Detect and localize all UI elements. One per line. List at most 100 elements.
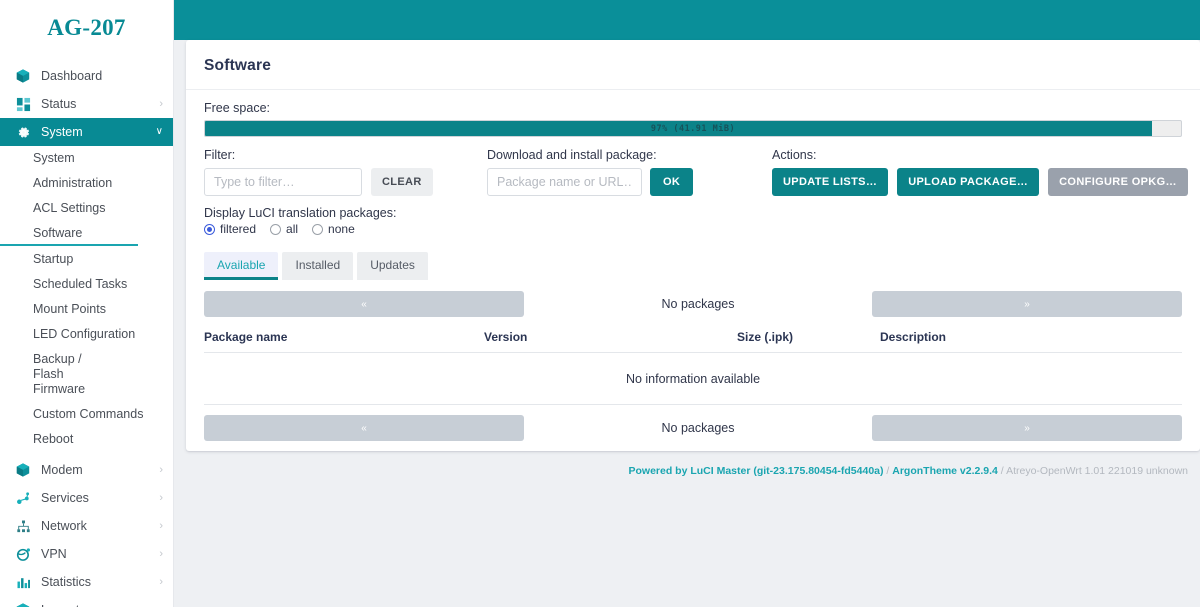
sidebar-subitem-software[interactable]: Software: [0, 221, 138, 246]
sidebar-subitem-startup[interactable]: Startup: [0, 247, 173, 272]
page-title: Software: [186, 40, 1200, 90]
radio-none[interactable]: none: [312, 222, 355, 236]
tab-installed[interactable]: Installed: [282, 252, 354, 280]
sidebar-item-label: Statistics: [41, 575, 92, 589]
download-label: Download and install package:: [487, 148, 657, 162]
packages-table-empty-row: No information available: [204, 353, 1182, 405]
radio-all-dot: [270, 223, 282, 235]
filter-input[interactable]: [204, 168, 362, 196]
package-tabs: Available Installed Updates: [204, 252, 1182, 280]
ok-button[interactable]: OK: [650, 168, 694, 196]
sidebar-subitem-backup-flash-firmware[interactable]: Backup / Flash Firmware: [0, 347, 92, 402]
pager-bottom-prev-button[interactable]: «: [204, 415, 524, 441]
pager-bottom: « No packages »: [204, 415, 1182, 441]
pager-top-status: No packages: [661, 297, 735, 311]
actions-group: UPDATE LISTS… UPLOAD PACKAGE… CONFIGURE …: [772, 168, 1188, 196]
cube-icon: [14, 67, 32, 85]
pager-top-prev-button[interactable]: «: [204, 291, 524, 317]
download-input[interactable]: [487, 168, 642, 196]
pager-top-next-button[interactable]: »: [872, 291, 1182, 317]
footer-sep-1: /: [883, 465, 893, 477]
filter-label: Filter:: [204, 148, 236, 162]
sidebar-item-status[interactable]: Status ›: [0, 90, 173, 118]
sidebar-item-label: Status: [41, 97, 77, 111]
sidebar-subitem-custom-commands[interactable]: Custom Commands: [0, 402, 173, 427]
control-labels-row: Filter: Download and install package: Ac…: [204, 148, 1182, 162]
cube-icon: [14, 461, 32, 479]
free-space-value: 97% (41.91 MiB): [650, 123, 736, 134]
control-inputs-row: CLEAR OK UPDATE LISTS… UPLOAD PACKAGE… C…: [204, 168, 1188, 196]
sidebar-item-dashboard[interactable]: Dashboard: [0, 62, 173, 90]
cube-icon: [14, 601, 32, 607]
radio-filtered[interactable]: filtered: [204, 222, 256, 236]
packages-table-header: Package name Version Size (.ipk) Descrip…: [204, 330, 1182, 353]
sidebar-item-network[interactable]: Network ›: [0, 512, 173, 540]
radio-filtered-dot: [204, 223, 215, 235]
gear-icon: [14, 123, 32, 141]
upload-package-button[interactable]: UPLOAD PACKAGE…: [897, 168, 1040, 196]
tab-available[interactable]: Available: [204, 252, 279, 280]
chevron-right-icon: ›: [159, 547, 163, 560]
packages-table: Package name Version Size (.ipk) Descrip…: [204, 330, 1182, 405]
column-header-package-name: Package name: [204, 330, 288, 344]
sidebar-item-system[interactable]: System ∨: [0, 118, 173, 146]
sidebar-subitem-mount-points[interactable]: Mount Points: [0, 297, 173, 322]
footer-theme-link[interactable]: ArgonTheme v2.2.9.4: [892, 465, 998, 477]
chevron-right-icon: ›: [159, 463, 163, 476]
radio-filtered-label: filtered: [220, 222, 257, 236]
download-group: OK: [487, 168, 772, 196]
sidebar-subitem-administration[interactable]: Administration: [0, 171, 173, 196]
chevron-right-icon: ›: [159, 97, 163, 110]
grid-icon: [14, 95, 32, 113]
pager-bottom-status: No packages: [661, 421, 735, 435]
configure-opkg-button[interactable]: CONFIGURE OPKG…: [1048, 168, 1188, 196]
footer-sep-2: /: [997, 465, 1007, 477]
sidebar-subitem-system[interactable]: System: [0, 146, 173, 171]
sidebar-item-modem[interactable]: Modem ›: [0, 456, 173, 484]
pager-bottom-next-button[interactable]: »: [872, 415, 1182, 441]
translation-packages-group: Display LuCI translation packages: filte…: [204, 206, 1182, 236]
sidebar-item-label: Logout: [41, 603, 163, 607]
footer: Powered by LuCI Master (git-23.175.80454…: [186, 465, 1200, 477]
filter-group: CLEAR: [204, 168, 487, 196]
sidebar: AG-207 Dashboard Status › System ∨ Syste…: [0, 0, 174, 607]
clear-button[interactable]: CLEAR: [371, 168, 433, 196]
radio-all-label: all: [286, 222, 299, 236]
globe-lock-icon: [14, 545, 32, 563]
sidebar-subitem-led-configuration[interactable]: LED Configuration: [0, 322, 173, 347]
sidebar-subitem-scheduled-tasks[interactable]: Scheduled Tasks: [0, 272, 173, 297]
sidebar-item-vpn[interactable]: VPN ›: [0, 540, 173, 568]
sidebar-item-label: Modem: [41, 463, 83, 477]
nodes-icon: [14, 489, 32, 507]
footer-luci-link[interactable]: Powered by LuCI Master (git-23.175.80454…: [628, 465, 883, 477]
sidebar-item-statistics[interactable]: Statistics ›: [0, 568, 173, 596]
column-header-description: Description: [880, 330, 947, 344]
chevron-down-icon: ∨: [155, 126, 163, 137]
sidebar-item-label: VPN: [41, 547, 67, 561]
network-icon: [14, 517, 32, 535]
sidebar-item-label: Services: [41, 491, 89, 505]
sidebar-item-label: System: [41, 125, 83, 139]
sidebar-nav-top: Dashboard Status › System ∨: [0, 56, 173, 146]
radio-all[interactable]: all: [270, 222, 298, 236]
sidebar-subitem-reboot[interactable]: Reboot: [0, 427, 173, 452]
footer-firmware: Atreyo-OpenWrt 1.01 221019 unknown: [1006, 465, 1188, 477]
free-space-label: Free space:: [204, 101, 271, 115]
update-lists-button[interactable]: UPDATE LISTS…: [772, 168, 889, 196]
chevron-right-icon: ›: [159, 519, 163, 532]
software-panel: Software Free space: 97% (41.91 MiB) Fil…: [186, 40, 1200, 451]
sidebar-nav-bottom: Modem › Services › Network › VPN › Stati…: [0, 456, 173, 607]
radio-none-label: none: [328, 222, 355, 236]
software-form: Free space: 97% (41.91 MiB) Filter: Down…: [186, 90, 1200, 441]
sidebar-subitem-acl-settings[interactable]: ACL Settings: [0, 196, 173, 221]
free-space-progress: 97% (41.91 MiB): [204, 120, 1182, 137]
actions-label: Actions:: [772, 148, 817, 162]
pager-top: « No packages »: [204, 291, 1182, 317]
brand-title: AG-207: [47, 15, 126, 40]
tab-updates[interactable]: Updates: [357, 252, 428, 280]
sidebar-item-services[interactable]: Services ›: [0, 484, 173, 512]
translation-radio-line: filtered all none: [204, 222, 1182, 236]
sidebar-item-logout[interactable]: Logout: [0, 596, 173, 607]
radio-none-dot: [312, 223, 324, 235]
translation-label: Display LuCI translation packages:: [204, 206, 397, 220]
